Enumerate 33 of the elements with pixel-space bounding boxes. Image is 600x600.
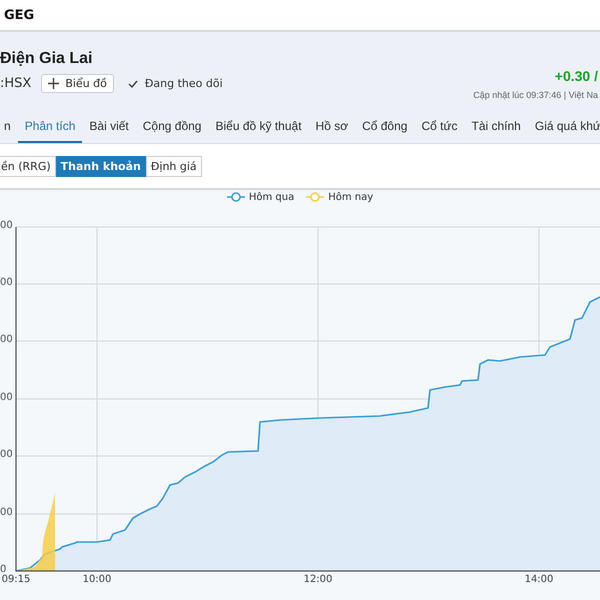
exchange-label: :HSX: [0, 76, 32, 91]
nav-tab[interactable]: Tài chính: [464, 110, 528, 143]
sub-tab[interactable]: Định giá: [146, 156, 202, 176]
price-change: +0.30 /: [554, 68, 598, 84]
sub-tab[interactable]: ền (RRG): [0, 156, 56, 176]
add-chart-button[interactable]: Biểu đồ: [41, 74, 114, 93]
update-time: Cập nhật lúc 09:37:46 | Việt Na: [473, 90, 598, 100]
x-tick-label: 14:00: [524, 574, 554, 585]
y-tick-label: 00: [0, 277, 13, 288]
nav-tab[interactable]: Hồ sơ: [308, 110, 356, 143]
x-tick-label: 12:00: [302, 574, 334, 585]
nav-tab[interactable]: Cộng đồng: [136, 110, 208, 143]
follow-button[interactable]: Đang theo dõi: [124, 75, 227, 92]
legend-label: Hôm nay: [328, 192, 374, 202]
sub-tab[interactable]: Thanh khoản: [56, 156, 146, 176]
nav-tab[interactable]: Biểu đồ kỹ thuật: [208, 110, 309, 143]
y-tick-label: 00: [0, 449, 13, 460]
y-tick-label: 00: [0, 507, 13, 518]
legend-label: Hôm qua: [248, 192, 294, 202]
check-icon: [128, 80, 138, 88]
y-tick-label: 00: [0, 220, 13, 231]
y-tick-label: 0: [0, 564, 6, 575]
nav-tab[interactable]: Cổ tức: [414, 110, 464, 143]
y-tick-label: 00: [0, 334, 13, 345]
nav-tab[interactable]: Bài viết: [82, 110, 136, 143]
ticker-symbol: GEG: [4, 8, 34, 22]
x-tick-label: 09:15: [0, 574, 32, 585]
nav-tab[interactable]: Cổ đông: [355, 110, 414, 143]
x-tick-label: 10:00: [82, 574, 112, 585]
y-tick-label: 00: [0, 392, 13, 403]
plus-icon: [48, 78, 60, 89]
company-name: Điện Gia Lai: [0, 50, 94, 68]
nav-tab[interactable]: n: [0, 110, 18, 143]
